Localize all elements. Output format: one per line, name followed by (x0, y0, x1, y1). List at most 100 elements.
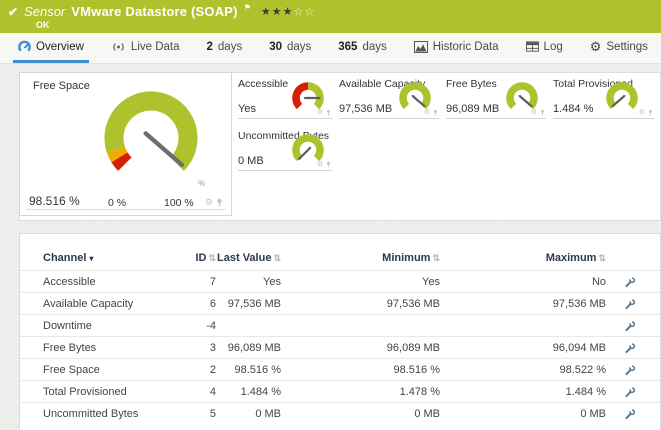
tab-settings-label: Settings (606, 41, 648, 53)
table-row[interactable]: Free Bytes 3 96,089 MB 96,089 MB 96,094 … (20, 336, 660, 358)
available-capacity-value: 97,536 MB (339, 103, 392, 115)
table-row[interactable]: Total Provisioned 4 1.484 % 1.478 % 1.48… (20, 380, 660, 402)
free-bytes-value: 96,089 MB (446, 103, 499, 115)
gauges-panel: Free Space 0 % 100 % % 98.516 % ⚙ Access… (19, 72, 661, 221)
column-header-id[interactable]: ID⇅ (183, 252, 216, 264)
channel-minimum: Yes (281, 276, 440, 288)
sensor-header-bar: ✔ Sensor VMware Datastore (SOAP) ⚑ ★★★☆☆… (0, 0, 661, 33)
tab-2-days[interactable]: 2 days (202, 33, 248, 63)
pin-icon[interactable] (326, 109, 331, 116)
free-bytes-gauge-tile: Free Bytes 96,089 MB ⚙ (446, 76, 546, 119)
channel-id: 2 (183, 364, 216, 376)
wrench-icon[interactable] (625, 364, 636, 376)
wrench-icon[interactable] (625, 298, 636, 310)
wrench-icon[interactable] (625, 386, 636, 398)
column-header-maximum[interactable]: Maximum⇅ (440, 252, 606, 264)
total-provisioned-gauge-tile: Total Provisioned 1.484 % ⚙ (553, 76, 654, 119)
channel-minimum: 98.516 % (281, 364, 440, 376)
gear-icon[interactable]: ⚙ (205, 198, 213, 207)
table-row[interactable]: Uncommitted Bytes 5 0 MB 0 MB 0 MB (20, 402, 660, 424)
total-provisioned-gauge (602, 78, 642, 118)
gear-icon[interactable]: ⚙ (639, 109, 645, 116)
channel-last-value: 98.516 % (216, 364, 281, 376)
tab-historic-data[interactable]: Historic Data (409, 33, 504, 63)
channel-name: Downtime (20, 320, 183, 332)
tab-30-days-number: 30 (269, 41, 282, 53)
stars-empty[interactable]: ☆☆ (293, 6, 315, 18)
pin-icon[interactable] (326, 161, 331, 168)
gauge-scale-max: 100 % (164, 197, 194, 209)
chart-icon (414, 41, 428, 53)
table-header-row: Channel▾ ID⇅ Last Value⇅ Minimum⇅ Maximu… (20, 246, 660, 270)
channel-name: Uncommitted Bytes (20, 408, 183, 420)
pin-icon[interactable] (216, 198, 223, 207)
tab-365-days-number: 365 (338, 41, 357, 53)
tab-overview[interactable]: Overview (13, 33, 89, 63)
tab-365-days-unit: days (362, 41, 386, 53)
tab-2-days-number: 2 (207, 41, 213, 53)
gauge-needle (299, 148, 310, 159)
wrench-icon[interactable] (625, 408, 636, 420)
tab-bar: Overview Live Data 2 days 30 days 365 da… (0, 33, 661, 64)
gear-icon: ⚙ (590, 40, 602, 53)
channel-id: -4 (183, 320, 216, 332)
table-row[interactable]: Downtime -4 (20, 314, 660, 336)
sort-icon: ⇅ (273, 253, 281, 263)
channel-name: Accessible (20, 276, 183, 288)
priority-rating[interactable]: ★★★☆☆ (261, 5, 315, 18)
tab-30-days[interactable]: 30 days (264, 33, 316, 63)
gear-icon[interactable]: ⚙ (317, 161, 323, 168)
column-header-minimum[interactable]: Minimum⇅ (281, 252, 440, 264)
channels-table: Channel▾ ID⇅ Last Value⇅ Minimum⇅ Maximu… (20, 234, 660, 424)
gear-icon[interactable]: ⚙ (424, 109, 430, 116)
free-space-gauge (96, 85, 206, 195)
gear-icon[interactable]: ⚙ (531, 109, 537, 116)
available-capacity-gauge-tile: Available Capacity 97,536 MB ⚙ (339, 76, 439, 119)
channel-id: 5 (183, 408, 216, 420)
wrench-icon[interactable] (625, 320, 636, 332)
channel-last-value: 1.484 % (216, 386, 281, 398)
tab-live-data[interactable]: Live Data (106, 33, 185, 63)
table-row[interactable]: Available Capacity 6 97,536 MB 97,536 MB… (20, 292, 660, 314)
divider (26, 209, 225, 210)
column-header-last-value[interactable]: Last Value⇅ (216, 252, 281, 264)
accessible-value: Yes (238, 103, 256, 115)
gauge-scale-min: 0 % (108, 197, 126, 209)
tab-log[interactable]: Log (521, 33, 568, 63)
channel-name: Available Capacity (20, 298, 183, 310)
channel-name: Free Space (20, 364, 183, 376)
tab-365-days[interactable]: 365 days (333, 33, 391, 63)
stars-filled[interactable]: ★★★ (261, 6, 294, 18)
pin-icon[interactable] (540, 109, 545, 116)
table-row[interactable]: Accessible 7 Yes Yes No (20, 270, 660, 292)
column-header-channel[interactable]: Channel▾ (20, 252, 183, 264)
channel-last-value: 96,089 MB (216, 342, 281, 354)
flag-icon[interactable]: ⚑ (244, 3, 251, 12)
live-data-icon (111, 41, 126, 53)
pin-icon[interactable] (433, 109, 438, 116)
tab-30-days-unit: days (287, 41, 311, 53)
wrench-icon[interactable] (625, 276, 636, 288)
sort-icon: ⇅ (432, 253, 440, 263)
accessible-gauge-tile: Accessible Yes ⚙ (238, 76, 332, 119)
gauge-needle (413, 96, 425, 106)
sort-icon: ⇅ (598, 253, 606, 263)
channel-minimum: 1.478 % (281, 386, 440, 398)
tab-settings[interactable]: ⚙ Settings (585, 33, 653, 63)
channel-minimum: 0 MB (281, 408, 440, 420)
channel-id: 7 (183, 276, 216, 288)
wrench-icon[interactable] (625, 342, 636, 354)
total-provisioned-value: 1.484 % (553, 103, 593, 115)
tab-overview-label: Overview (36, 41, 84, 53)
sensor-kind-label: Sensor (24, 4, 65, 19)
free-space-value: 98.516 % (29, 194, 80, 208)
pin-icon[interactable] (648, 109, 653, 116)
free-space-gauge-card: Free Space 0 % 100 % % 98.516 % ⚙ (19, 72, 232, 216)
gauge-needle (520, 96, 532, 106)
table-row[interactable]: Free Space 2 98.516 % 98.516 % 98.522 % (20, 358, 660, 380)
gear-icon[interactable]: ⚙ (317, 109, 323, 116)
tab-2-days-unit: days (218, 41, 242, 53)
channel-last-value: Yes (216, 276, 281, 288)
channel-last-value: 0 MB (216, 408, 281, 420)
channel-id: 4 (183, 386, 216, 398)
